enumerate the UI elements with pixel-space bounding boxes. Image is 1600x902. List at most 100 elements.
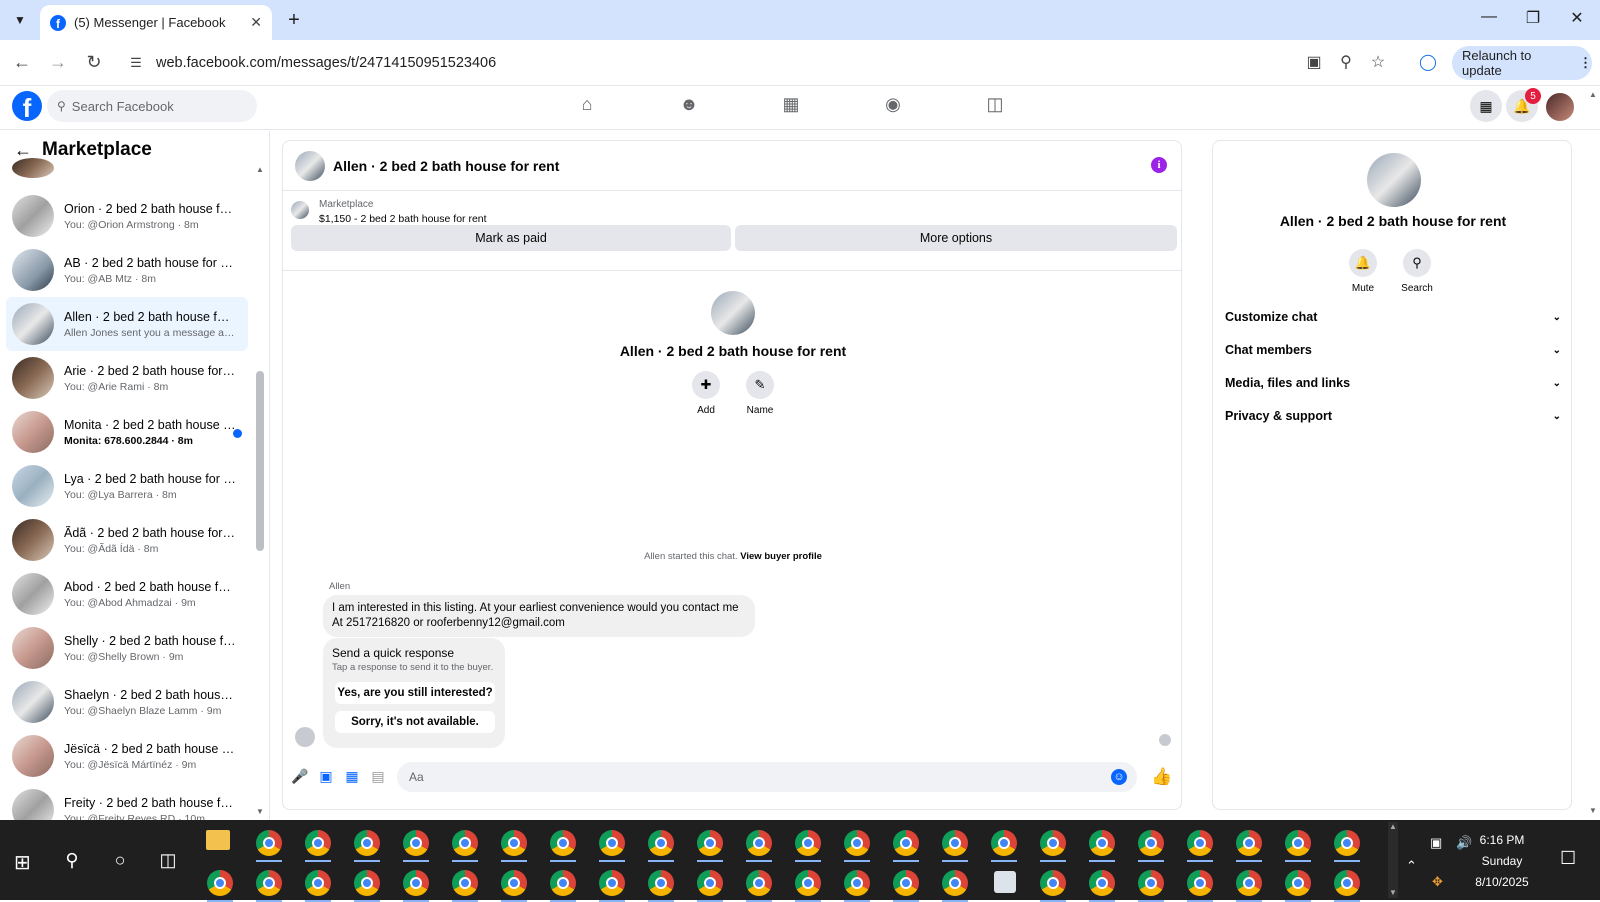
chrome-taskbar-icon[interactable] <box>1089 830 1115 856</box>
chrome-taskbar-icon[interactable] <box>697 830 723 856</box>
tab-search-chevron-icon[interactable]: ▼ <box>8 8 32 32</box>
chrome-taskbar-icon[interactable] <box>1040 870 1066 896</box>
listing-thumbnail[interactable] <box>291 201 309 219</box>
chrome-taskbar-icon[interactable] <box>1285 870 1311 896</box>
page-scroll-down-icon[interactable]: ▼ <box>1589 806 1597 815</box>
chrome-taskbar-icon[interactable] <box>893 870 919 896</box>
chrome-taskbar-icon[interactable] <box>697 870 723 896</box>
chrome-taskbar-icon[interactable] <box>501 830 527 856</box>
conversation-item[interactable]: Allen · 2 bed 2 bath house for r... Allen… <box>6 297 248 351</box>
view-buyer-profile-link[interactable]: View buyer profile <box>740 551 822 562</box>
chrome-taskbar-icon[interactable] <box>1187 870 1213 896</box>
chrome-taskbar-icon[interactable] <box>599 870 625 896</box>
message-input[interactable]: Aa ☺ <box>397 762 1137 792</box>
sticker-icon[interactable]: ▦ <box>343 768 361 786</box>
add-member-action[interactable]: ✚ Add <box>691 371 721 416</box>
chrome-taskbar-icon[interactable] <box>1334 830 1360 856</box>
account-avatar[interactable] <box>1544 91 1576 123</box>
restore-icon[interactable]: ❐ <box>1518 8 1548 28</box>
search-action[interactable]: ⚲ Search <box>1397 249 1437 294</box>
details-section-row[interactable]: Chat members ⌄ <box>1225 340 1561 360</box>
chrome-taskbar-icon[interactable] <box>648 870 674 896</box>
chrome-taskbar-icon[interactable] <box>550 830 576 856</box>
chrome-taskbar-icon[interactable] <box>403 830 429 856</box>
chrome-taskbar-icon[interactable] <box>354 830 380 856</box>
thumbs-up-icon[interactable]: 👍 <box>1151 767 1172 787</box>
conversation-item[interactable]: AB · 2 bed 2 bath house for rent You: @AB… <box>6 243 248 297</box>
conversation-item[interactable]: Shaelyn · 2 bed 2 bath house fo... You: @… <box>6 675 248 729</box>
chrome-taskbar-icon[interactable] <box>305 830 331 856</box>
chrome-taskbar-icon[interactable] <box>1187 830 1213 856</box>
tray-app-icon[interactable]: ✥ <box>1432 874 1443 890</box>
chrome-taskbar-icon[interactable] <box>844 870 870 896</box>
install-app-icon[interactable]: ▣ <box>1302 52 1326 72</box>
app-window-icon[interactable] <box>994 871 1016 893</box>
listing-price-title[interactable]: $1,150 - 2 bed 2 bath house for rent <box>319 213 487 225</box>
tab-close-icon[interactable]: ✕ <box>250 14 262 31</box>
chrome-taskbar-icon[interactable] <box>1236 830 1262 856</box>
info-icon[interactable]: i <box>1151 157 1167 173</box>
chrome-taskbar-icon[interactable] <box>746 830 772 856</box>
quick-response-yes-button[interactable]: Yes, are you still interested? <box>335 682 495 704</box>
chat-thumbnail[interactable] <box>295 150 325 181</box>
chat-title[interactable]: Allen · 2 bed 2 bath house for rent <box>333 158 559 174</box>
notification-center-icon[interactable]: ☐ <box>1560 848 1576 869</box>
chrome-taskbar-icon[interactable] <box>1138 830 1164 856</box>
conversation-item[interactable]: Ãdã · 2 bed 2 bath house for rent You: @Ã… <box>6 513 248 567</box>
chrome-taskbar-icon[interactable] <box>550 870 576 896</box>
taskbar-clock[interactable]: 6:16 PM Sunday 8/10/2025 <box>1462 830 1542 893</box>
chrome-taskbar-icon[interactable] <box>256 830 282 856</box>
emoji-icon[interactable]: ☺ <box>1111 769 1127 785</box>
chrome-taskbar-icon[interactable] <box>354 870 380 896</box>
task-view-icon[interactable]: ◫ <box>154 850 182 871</box>
mark-as-paid-button[interactable]: Mark as paid <box>291 225 731 251</box>
chrome-taskbar-icon[interactable] <box>746 870 772 896</box>
conversation-item[interactable]: Lya · 2 bed 2 bath house for rent You: @L… <box>6 459 248 513</box>
file-explorer-icon[interactable] <box>206 830 230 850</box>
back-icon[interactable]: ← <box>10 52 34 73</box>
chrome-taskbar-icon[interactable] <box>1089 870 1115 896</box>
marketplace-icon[interactable]: ▦ <box>777 94 805 122</box>
taskbar-scroll-down-icon[interactable]: ▼ <box>1388 888 1398 897</box>
reload-icon[interactable]: ↻ <box>82 52 106 73</box>
show-hidden-icons-icon[interactable]: ⌃ <box>1406 858 1417 874</box>
conversation-item[interactable]: Jësïcä · 2 bed 2 bath house for r... You:… <box>6 729 248 783</box>
taskbar-scroll-up-icon[interactable]: ▲ <box>1388 822 1398 831</box>
scroll-up-arrow-icon[interactable]: ▲ <box>256 165 264 174</box>
chrome-taskbar-icon[interactable] <box>991 830 1017 856</box>
gif-icon[interactable]: ▤ <box>369 768 387 786</box>
facebook-logo-icon[interactable]: f <box>12 91 42 121</box>
chrome-taskbar-icon[interactable] <box>844 830 870 856</box>
chrome-taskbar-icon[interactable] <box>1138 870 1164 896</box>
new-tab-icon[interactable]: + <box>282 8 306 32</box>
rename-action[interactable]: ✎ Name <box>745 371 775 416</box>
details-section-row[interactable]: Media, files and links ⌄ <box>1225 373 1561 393</box>
chrome-taskbar-icon[interactable] <box>795 870 821 896</box>
search-icon[interactable]: ⚲ <box>58 850 86 871</box>
conversation-item[interactable]: Monita · 2 bed 2 bath house f... Monita: … <box>6 405 248 459</box>
chrome-taskbar-icon[interactable] <box>942 870 968 896</box>
conversation-item[interactable]: Freity · 2 bed 2 bath house for r... You:… <box>6 783 248 820</box>
zoom-icon[interactable]: ⚲ <box>1334 52 1358 72</box>
menu-grid-icon[interactable]: ▦ <box>1470 90 1502 122</box>
conversation-item[interactable]: Shelly · 2 bed 2 bath house for ... You: … <box>6 621 248 675</box>
bookmark-star-icon[interactable]: ☆ <box>1366 52 1390 72</box>
windows-start-icon[interactable]: ⊞ <box>14 850 31 875</box>
chrome-taskbar-icon[interactable] <box>305 870 331 896</box>
microphone-icon[interactable]: 🎤 <box>291 768 309 786</box>
site-info-icon[interactable]: ☰ <box>122 49 150 77</box>
chrome-taskbar-icon[interactable] <box>1334 870 1360 896</box>
relaunch-button[interactable]: Relaunch to update ⋮ <box>1452 46 1592 80</box>
friends-icon[interactable]: ☻ <box>675 94 703 122</box>
address-bar[interactable]: ☰ web.facebook.com/messages/t/2471415095… <box>118 46 1308 80</box>
menu-dots-icon[interactable]: ⋮ <box>1579 55 1592 71</box>
mute-action[interactable]: 🔔 Mute <box>1343 249 1383 294</box>
chrome-taskbar-icon[interactable] <box>1236 870 1262 896</box>
chrome-taskbar-icon[interactable] <box>1040 830 1066 856</box>
chrome-taskbar-icon[interactable] <box>452 830 478 856</box>
chrome-taskbar-icon[interactable] <box>893 830 919 856</box>
forward-icon[interactable]: → <box>46 52 70 73</box>
scroll-down-arrow-icon[interactable]: ▼ <box>256 807 264 816</box>
conversation-item[interactable]: You: @Delmi Alcazar · 8m <box>6 158 248 189</box>
page-scroll-up-icon[interactable]: ▲ <box>1589 90 1597 99</box>
